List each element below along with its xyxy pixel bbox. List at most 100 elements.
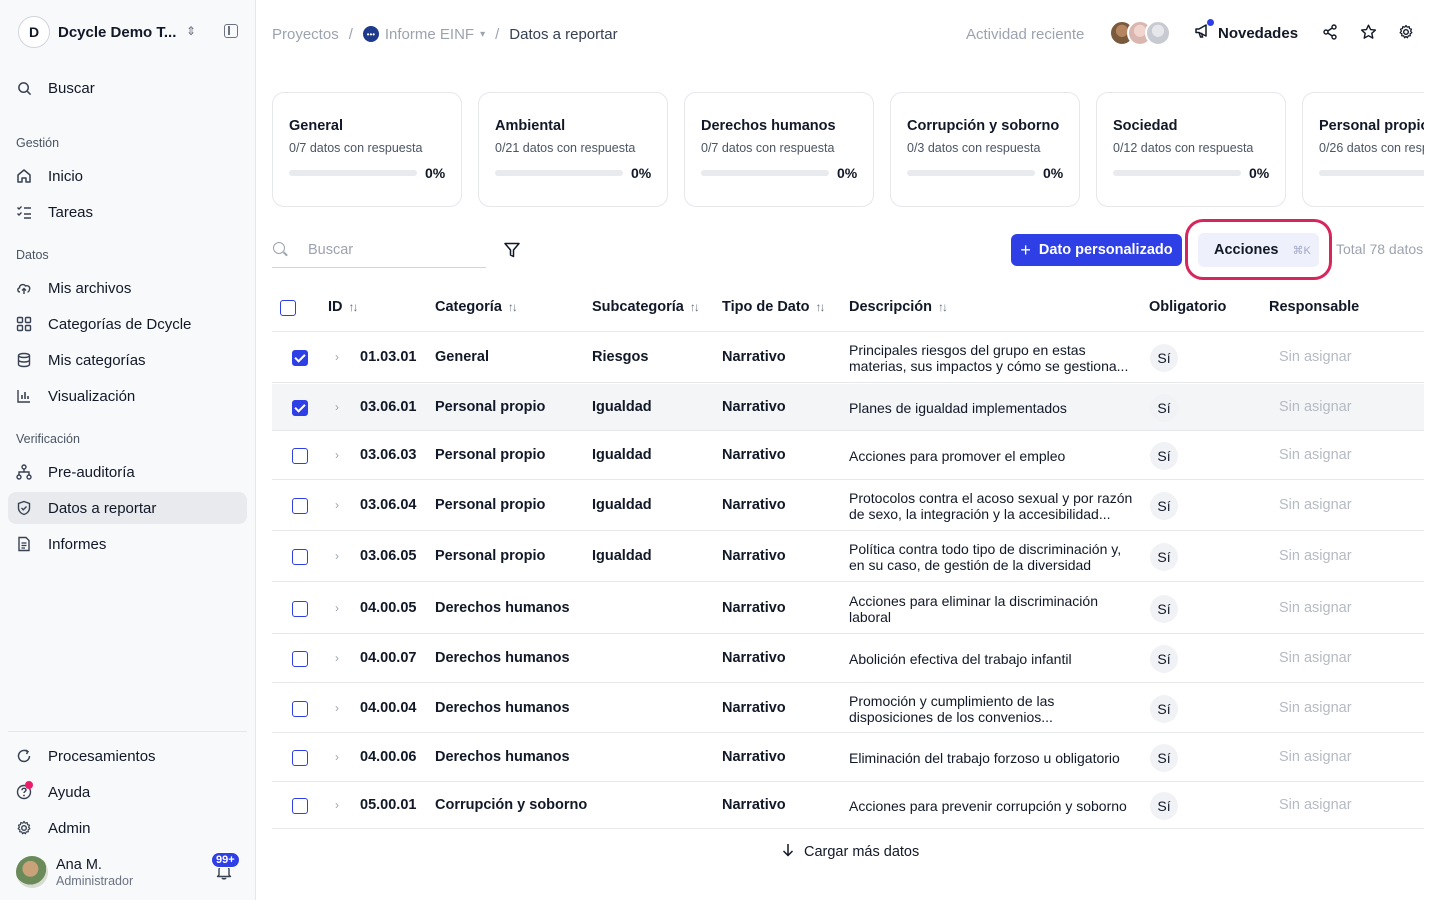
filter-icon[interactable]	[503, 241, 521, 259]
category-card[interactable]: Corrupción y soborno 0/3 datos con respu…	[890, 92, 1080, 207]
column-header-tipo[interactable]: Tipo de Dato ↑↓	[722, 299, 826, 315]
load-more-button[interactable]: Cargar más datos	[782, 843, 919, 860]
table-row[interactable]: › 03.06.01 Personal propio Igualdad Narrativ…	[272, 384, 1424, 431]
category-card[interactable]: Sociedad 0/12 datos con respuesta 0%	[1096, 92, 1286, 207]
row-checkbox[interactable]	[292, 549, 308, 565]
row-checkbox[interactable]	[292, 400, 308, 416]
breadcrumb-report[interactable]: Informe EINF	[385, 26, 474, 43]
gear-icon	[16, 820, 32, 836]
sidebar-item-mis-categorias[interactable]: Mis categorías	[8, 344, 247, 376]
table-row[interactable]: › 04.00.06 Derechos humanos Narrativo Elimin…	[272, 734, 1424, 782]
sidebar-item-mis-archivos[interactable]: Mis archivos	[8, 272, 247, 304]
chevron-right-icon[interactable]: ›	[335, 498, 339, 512]
row-checkbox[interactable]	[292, 448, 308, 464]
sidebar-item-search[interactable]: Buscar	[8, 72, 247, 104]
sidebar-collapse-icon[interactable]	[224, 24, 238, 38]
row-checkbox[interactable]	[292, 701, 308, 717]
cell-id: 05.00.01	[360, 797, 417, 813]
recent-activity-link[interactable]: Actividad reciente	[966, 20, 1084, 48]
settings-gear-icon[interactable]	[1397, 24, 1415, 45]
chevron-right-icon[interactable]: ›	[335, 549, 339, 563]
cell-responsable[interactable]: Sin asignar	[1279, 497, 1352, 513]
cell-responsable[interactable]: Sin asignar	[1279, 600, 1352, 616]
chevron-right-icon[interactable]: ›	[335, 798, 339, 812]
breadcrumb: Proyectos / ••• Informe EINF ▾ / Datos a…	[272, 24, 618, 44]
cell-responsable[interactable]: Sin asignar	[1279, 797, 1352, 813]
user-profile[interactable]: Ana M. Administrador	[16, 856, 133, 888]
row-checkbox[interactable]	[292, 350, 308, 366]
sidebar-item-inicio[interactable]: Inicio	[8, 160, 247, 192]
sidebar-item-tareas[interactable]: Tareas	[8, 196, 247, 228]
cell-responsable[interactable]: Sin asignar	[1279, 749, 1352, 765]
row-checkbox[interactable]	[292, 798, 308, 814]
sidebar-item-categorias-dcycle[interactable]: Categorías de Dcycle	[8, 308, 247, 340]
table-row[interactable]: › 05.00.01 Corrupción y soborno Narrativo Ac…	[272, 783, 1424, 829]
cell-id: 03.06.05	[360, 548, 417, 564]
column-header-subcategoria[interactable]: Subcategoría ↑↓	[592, 299, 700, 315]
row-checkbox[interactable]	[292, 601, 308, 617]
cell-responsable[interactable]: Sin asignar	[1279, 349, 1352, 365]
chevron-right-icon[interactable]: ›	[335, 448, 339, 462]
sort-icon: ↑↓	[938, 300, 948, 314]
chevron-updown-icon[interactable]: ⇕	[186, 24, 196, 38]
cell-responsable[interactable]: Sin asignar	[1279, 700, 1352, 716]
cell-subcategoria: Igualdad	[592, 548, 652, 564]
chevron-down-icon[interactable]: ▾	[480, 29, 485, 40]
sidebar-item-informes[interactable]: Informes	[8, 528, 247, 560]
novedades-button[interactable]: Novedades	[1194, 19, 1299, 43]
progress-bar	[1113, 170, 1241, 176]
cell-responsable[interactable]: Sin asignar	[1279, 399, 1352, 415]
category-card[interactable]: Ambiental 0/21 datos con respuesta 0%	[478, 92, 668, 207]
cell-obligatorio: Sí	[1150, 442, 1178, 470]
sidebar-item-ayuda[interactable]: Ayuda	[8, 776, 247, 808]
card-title: Sociedad	[1113, 118, 1178, 134]
sidebar-item-procesamientos[interactable]: Procesamientos	[8, 740, 247, 772]
chevron-right-icon[interactable]: ›	[335, 651, 339, 665]
chevron-right-icon[interactable]: ›	[335, 750, 339, 764]
table-row[interactable]: › 01.03.01 General Riesgos Narrativo Principa…	[272, 333, 1424, 383]
table-row[interactable]: › 04.00.04 Derechos humanos Narrativo Promoc…	[272, 684, 1424, 733]
sidebar-item-visualizacion[interactable]: Visualización	[8, 380, 247, 412]
section-label-verificacion: Verificación	[16, 432, 80, 446]
sidebar-item-pre-auditoria[interactable]: Pre-auditoría	[8, 456, 247, 488]
chevron-right-icon[interactable]: ›	[335, 400, 339, 414]
chevron-right-icon[interactable]: ›	[335, 601, 339, 615]
cell-obligatorio: Sí	[1150, 543, 1178, 571]
star-icon[interactable]	[1359, 24, 1377, 45]
cell-descripcion: Acciones para prevenir corrupción y sobo…	[849, 798, 1127, 814]
sidebar-item-admin[interactable]: Admin	[8, 812, 247, 844]
table-row[interactable]: › 03.06.04 Personal propio Igualdad Narrativ…	[272, 481, 1424, 531]
share-icon[interactable]	[1321, 24, 1339, 45]
chevron-right-icon[interactable]: ›	[335, 701, 339, 715]
cell-id: 04.00.04	[360, 700, 417, 716]
cell-responsable[interactable]: Sin asignar	[1279, 548, 1352, 564]
search-input[interactable]	[308, 238, 478, 262]
cell-tipo: Narrativo	[722, 700, 786, 716]
column-header-categoria[interactable]: Categoría ↑↓	[435, 299, 518, 315]
row-checkbox[interactable]	[292, 750, 308, 766]
category-card[interactable]: General 0/7 datos con respuesta 0%	[272, 92, 462, 207]
row-checkbox[interactable]	[292, 651, 308, 667]
table-row[interactable]: › 04.00.05 Derechos humanos Narrativo Accion…	[272, 583, 1424, 634]
breadcrumb-projects[interactable]: Proyectos	[272, 26, 339, 43]
table-row[interactable]: › 04.00.07 Derechos humanos Narrativo Abolic…	[272, 635, 1424, 683]
novedades-label: Novedades	[1218, 24, 1299, 42]
table-row[interactable]: › 03.06.03 Personal propio Igualdad Narrativ…	[272, 432, 1424, 480]
actions-button[interactable]: Acciones ⌘K	[1198, 233, 1319, 267]
row-checkbox[interactable]	[292, 498, 308, 514]
column-header-id[interactable]: ID ↑↓	[328, 299, 359, 315]
category-card[interactable]: Derechos humanos 0/7 datos con respuesta…	[684, 92, 874, 207]
cell-responsable[interactable]: Sin asignar	[1279, 447, 1352, 463]
table-row[interactable]: › 03.06.05 Personal propio Igualdad Narrativ…	[272, 532, 1424, 582]
category-card[interactable]: Personal propio 0/26 datos con respuesta…	[1302, 92, 1424, 207]
card-subtitle: 0/21 datos con respuesta	[495, 141, 636, 155]
sidebar-item-datos-reportar[interactable]: Datos a reportar	[8, 492, 247, 524]
add-custom-data-button[interactable]: + Dato personalizado	[1011, 234, 1182, 266]
select-all-checkbox[interactable]	[280, 300, 296, 316]
chevron-right-icon[interactable]: ›	[335, 350, 339, 364]
cell-responsable[interactable]: Sin asignar	[1279, 650, 1352, 666]
workspace-selector[interactable]: D Dcycle Demo T... ⇕	[18, 16, 248, 48]
collaborator-avatars[interactable]	[1109, 20, 1173, 48]
column-header-descripcion[interactable]: Descripción ↑↓	[849, 299, 948, 315]
cell-subcategoria: Igualdad	[592, 447, 652, 463]
